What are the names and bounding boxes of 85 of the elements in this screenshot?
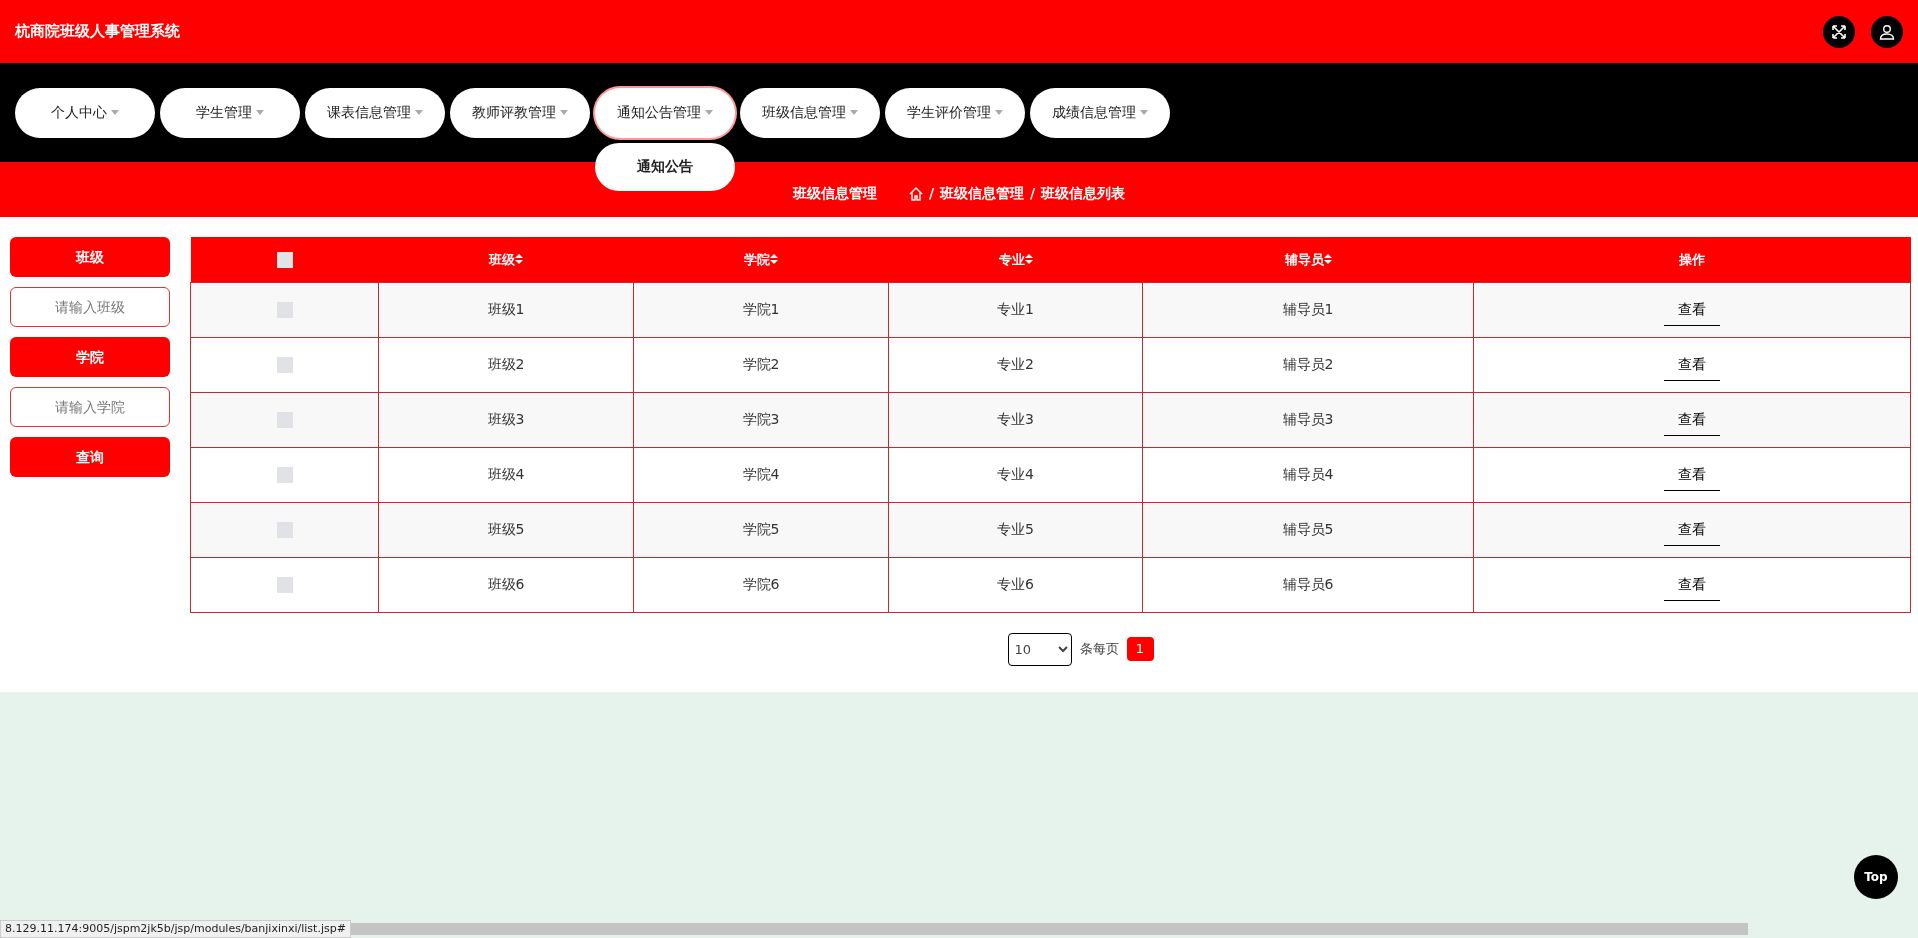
- view-button[interactable]: 查看: [1664, 293, 1720, 326]
- column-header[interactable]: 班级: [489, 249, 523, 269]
- column-header[interactable]: 辅导员: [1284, 249, 1332, 269]
- row-checkbox[interactable]: [276, 302, 293, 318]
- table-cell: 学院4: [742, 466, 780, 482]
- view-button[interactable]: 查看: [1664, 568, 1720, 601]
- table-cell: 班级5: [487, 521, 525, 537]
- breadcrumb-link[interactable]: 班级信息管理: [940, 183, 1024, 204]
- table-cell: 辅导员1: [1282, 301, 1334, 317]
- breadcrumb-separator: /: [1030, 184, 1036, 203]
- column-header[interactable]: 专业: [998, 249, 1033, 269]
- table-cell: 专业5: [997, 521, 1034, 537]
- select-all-checkbox[interactable]: [276, 252, 293, 268]
- row-checkbox[interactable]: [276, 412, 293, 428]
- user-button[interactable]: [1871, 15, 1903, 48]
- caret-icon: [1140, 110, 1148, 115]
- table-cell: 辅导员3: [1282, 411, 1334, 427]
- table-cell: 辅导员6: [1282, 576, 1334, 592]
- view-button[interactable]: 查看: [1664, 348, 1720, 381]
- expand-icon: [1831, 23, 1847, 40]
- user-icon: [1879, 23, 1895, 40]
- table-cell: 班级3: [487, 411, 525, 427]
- table-cell: 专业2: [997, 356, 1034, 372]
- sort-icon: [515, 254, 523, 265]
- fullscreen-button[interactable]: [1823, 15, 1855, 48]
- home-icon[interactable]: [908, 186, 923, 201]
- row-checkbox[interactable]: [276, 467, 293, 483]
- page-size-select[interactable]: 10: [1007, 632, 1072, 666]
- dropdown-item[interactable]: 通知公告: [595, 142, 735, 191]
- view-button[interactable]: 查看: [1664, 403, 1720, 436]
- row-checkbox[interactable]: [276, 522, 293, 538]
- table-cell: 学院6: [742, 576, 780, 592]
- table-cell: 学院2: [742, 356, 780, 372]
- breadcrumb-separator: /: [928, 184, 934, 203]
- table-cell: 辅导员2: [1282, 356, 1334, 372]
- search-button[interactable]: 查询: [10, 437, 170, 477]
- view-button[interactable]: 查看: [1664, 513, 1720, 546]
- status-url: 8.129.11.174:9005/jspm2jk5b/jsp/modules/banjixinxi/list.jsp#: [0, 920, 351, 938]
- field-label: 班级: [10, 237, 170, 277]
- column-header: 操作: [1679, 251, 1705, 267]
- table-cell: 专业3: [997, 411, 1034, 427]
- nav-menu-button[interactable]: 个人中心: [15, 87, 155, 138]
- table-cell: 专业6: [997, 576, 1034, 592]
- nav-menu-button[interactable]: 学生评价管理: [885, 87, 1025, 138]
- nav-menu-button[interactable]: 班级信息管理: [740, 87, 880, 138]
- table-cell: 班级1: [487, 301, 525, 317]
- sort-icon: [1323, 254, 1332, 265]
- input-field[interactable]: 请输入班级: [10, 287, 170, 327]
- table-cell: 学院1: [742, 301, 780, 317]
- table-cell: 学院5: [742, 521, 780, 537]
- nav-menu-button[interactable]: 学生管理: [160, 87, 300, 138]
- sort-icon: [1024, 254, 1033, 265]
- per-page-label: 条每页: [1079, 640, 1119, 659]
- caret-icon: [560, 110, 568, 115]
- view-button[interactable]: 查看: [1664, 458, 1720, 491]
- row-checkbox[interactable]: [276, 577, 293, 593]
- page-title: 班级信息管理: [792, 184, 877, 203]
- table-cell: 班级6: [487, 576, 525, 592]
- nav-menu-button[interactable]: 通知公告管理: [595, 87, 735, 138]
- sort-icon: [770, 254, 778, 265]
- field-label: 学院: [10, 337, 170, 377]
- page-button[interactable]: 1: [1126, 637, 1154, 661]
- column-header[interactable]: 学院: [744, 249, 778, 269]
- horizontal-scrollbar[interactable]: [350, 923, 1748, 935]
- back-to-top-button[interactable]: Top: [1854, 855, 1898, 899]
- caret-icon: [995, 110, 1003, 115]
- row-checkbox[interactable]: [276, 357, 293, 373]
- table-cell: 专业4: [997, 466, 1034, 482]
- caret-icon: [850, 110, 858, 115]
- table-cell: 辅导员5: [1282, 521, 1334, 537]
- caret-icon: [705, 110, 713, 115]
- table-cell: 班级4: [487, 466, 525, 482]
- nav-menu-button[interactable]: 教师评教管理: [450, 87, 590, 138]
- table-cell: 学院3: [742, 411, 780, 427]
- caret-icon: [415, 110, 423, 115]
- breadcrumb-link[interactable]: 班级信息列表: [1041, 183, 1126, 204]
- nav-menu-button[interactable]: 课表信息管理: [305, 87, 445, 138]
- table-cell: 辅导员4: [1282, 466, 1334, 482]
- caret-icon: [111, 110, 119, 115]
- nav-menu-button[interactable]: 成绩信息管理: [1030, 87, 1170, 138]
- caret-icon: [256, 110, 264, 115]
- input-field[interactable]: 请输入学院: [10, 387, 170, 427]
- table-cell: 专业1: [997, 301, 1034, 317]
- table-cell: 班级2: [487, 356, 525, 372]
- app-title: 杭商院班级人事管理系统: [15, 21, 180, 43]
